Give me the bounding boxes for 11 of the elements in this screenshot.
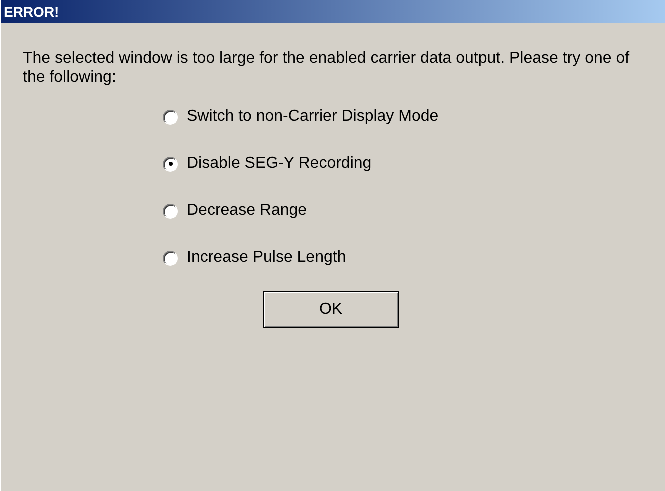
error-message: The selected window is too large for the enabled carrier data output. Please try one of the following: — [23, 49, 631, 87]
radio-button[interactable] — [163, 204, 178, 218]
radio-button[interactable] — [163, 156, 178, 172]
ok-button[interactable]: OK — [263, 291, 399, 328]
radio-button[interactable] — [163, 110, 178, 124]
option-label[interactable]: Switch to non-Carrier Display Mode — [187, 108, 439, 126]
option-label[interactable]: Decrease Range — [187, 202, 308, 220]
option-label[interactable]: Disable SEG-Y Recording — [187, 155, 372, 173]
option-label[interactable]: Increase Pulse Length — [187, 249, 346, 267]
radio-button[interactable] — [163, 250, 178, 266]
window-title: ERROR! — [4, 4, 60, 20]
